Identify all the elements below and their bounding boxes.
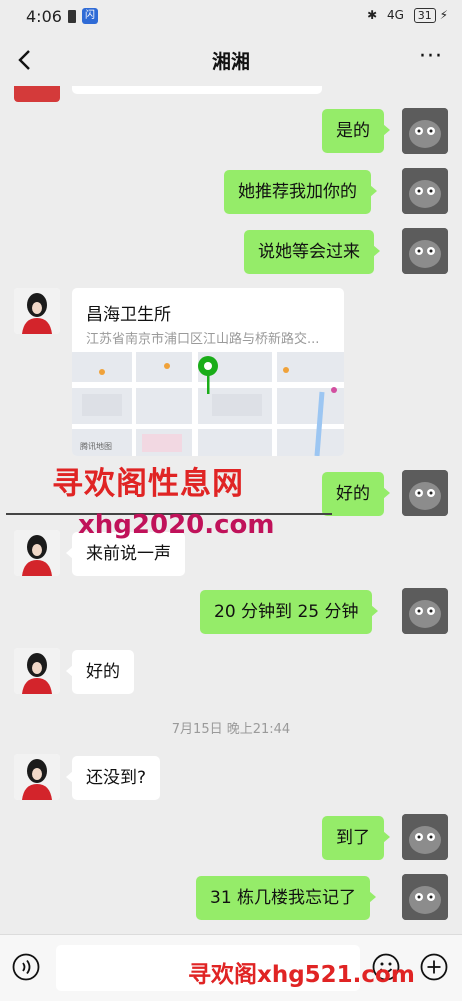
location-map: 腾讯地图 (72, 352, 344, 456)
plus-button[interactable] (420, 953, 448, 981)
message-bubble-sent[interactable]: 说她等会过来 (244, 230, 380, 274)
voice-button[interactable] (12, 953, 40, 981)
input-bar: 寻欢阁xhg521.com (0, 934, 462, 1001)
message-bubble-sent[interactable]: 好的 (322, 472, 390, 516)
avatar[interactable] (402, 108, 448, 154)
avatar[interactable] (14, 648, 60, 694)
map-pin-icon (198, 356, 218, 394)
bluetooth-icon: ✱ (367, 8, 378, 22)
avatar[interactable] (402, 814, 448, 860)
avatar[interactable] (14, 86, 60, 102)
location-card[interactable]: 昌海卫生所 江苏省南京市浦口区江山路与桥新路交... 腾讯地图 (72, 288, 344, 456)
status-right: ✱ 4G 31 ⚡ (367, 8, 448, 23)
chat-header: 湘湘 ··· (0, 34, 462, 86)
charging-icon: ⚡ (439, 8, 448, 22)
map-credit: 腾讯地图 (80, 442, 112, 451)
avatar[interactable] (14, 288, 60, 334)
network-indicator: 4G (386, 8, 404, 22)
message-bubble-sent[interactable]: 她推荐我加你的 (224, 170, 377, 214)
location-title: 昌海卫生所 (86, 305, 171, 325)
watermark-text: 寻欢阁性息网 (52, 466, 244, 502)
battery-indicator: 31 (413, 8, 436, 23)
avatar[interactable] (14, 754, 60, 800)
message-bubble-received[interactable]: 好的 (66, 650, 134, 694)
message-bubble-sent[interactable]: 是的 (322, 109, 390, 153)
chat-title: 湘湘 (211, 51, 250, 73)
message-timestamp: 7月15日 晚上21:44 (171, 722, 291, 737)
location-address: 江苏省南京市浦口区江山路与桥新路交... (86, 332, 320, 347)
message-bubble-sent[interactable]: 31 栋几楼我忘记了 (196, 876, 377, 920)
sim-icon (68, 10, 76, 23)
watermark-bottom: 寻欢阁xhg521.com (188, 962, 415, 988)
message-bubble-sent[interactable]: 到了 (322, 816, 390, 860)
watermark-url: xhg2020.com (78, 510, 275, 540)
avatar[interactable] (402, 228, 448, 274)
message-bubble-received[interactable]: 还没到? (65, 756, 161, 800)
avatar[interactable] (14, 530, 60, 576)
avatar[interactable] (402, 874, 448, 920)
message-bubble-sent[interactable]: 20 分钟到 25 分钟 (200, 590, 379, 634)
more-icon: ··· (419, 44, 443, 69)
avatar[interactable] (402, 588, 448, 634)
avatar[interactable] (402, 168, 448, 214)
message-bubble-partial[interactable] (72, 86, 322, 94)
plus-icon (420, 953, 448, 981)
more-button[interactable]: ··· (416, 46, 446, 72)
app-notification-icon: 闪 (82, 8, 98, 24)
avatar[interactable] (402, 470, 448, 516)
status-bar: 4:06 闪 ✱ 4G 31 ⚡ (0, 0, 462, 34)
voice-icon (12, 953, 40, 981)
status-time: 4:06 (26, 7, 62, 26)
